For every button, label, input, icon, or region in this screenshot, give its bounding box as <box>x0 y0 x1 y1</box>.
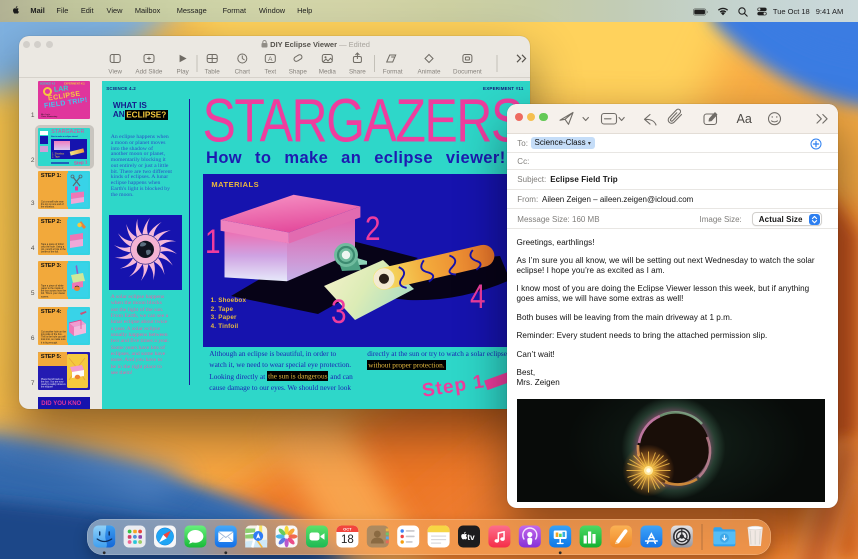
svg-text:Play: Play <box>176 68 189 75</box>
svg-text:Format: Format <box>382 68 402 75</box>
svg-text:Aa: Aa <box>736 112 751 126</box>
svg-text:A: A <box>268 56 273 63</box>
svg-text:Chart: Chart <box>234 68 250 75</box>
svg-text:Media: Media <box>318 68 336 75</box>
svg-text:tv: tv <box>467 532 475 542</box>
svg-text:Document: Document <box>453 68 482 75</box>
svg-text:18: 18 <box>341 534 354 546</box>
svg-text:Table: Table <box>204 68 220 75</box>
svg-text:Shape: Shape <box>288 68 307 75</box>
svg-text:View: View <box>108 68 122 75</box>
svg-text:Animate: Animate <box>417 68 441 75</box>
svg-text:OCT: OCT <box>343 527 352 532</box>
svg-text:Share: Share <box>348 68 365 75</box>
svg-text:Add Slide: Add Slide <box>135 68 162 75</box>
svg-text:Text: Text <box>264 68 276 75</box>
